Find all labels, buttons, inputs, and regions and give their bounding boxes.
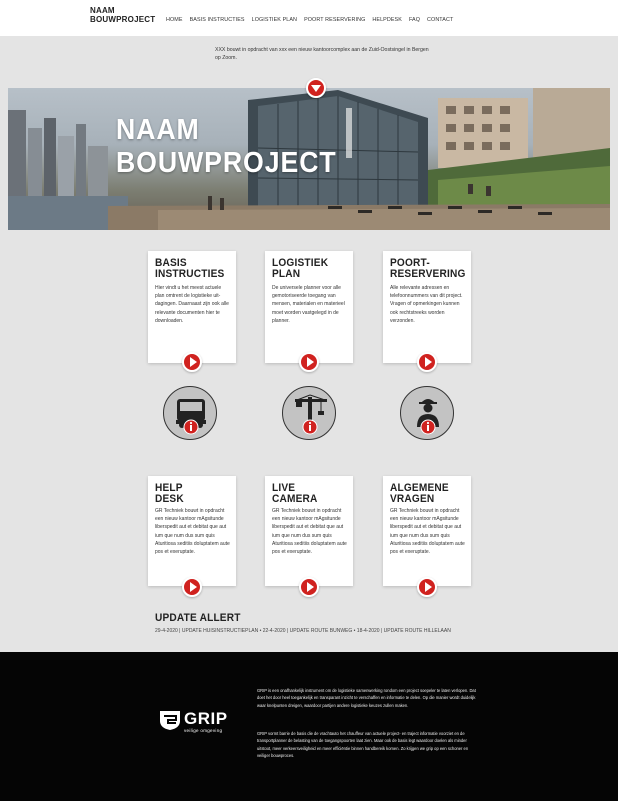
card-text: Hier vindt u het meest actuele plan omtr… — [155, 285, 229, 324]
card-title-line-2: DESK — [155, 492, 184, 505]
card-text: Alle relevante adressen en telefoonnumme… — [390, 285, 463, 324]
worker-icon[interactable] — [400, 386, 454, 440]
update-list[interactable]: 29-4-2020 | UPDATE HUISINSTRUCTIEPLAN • … — [155, 628, 451, 634]
card-helpdesk[interactable]: HELP DESK GR Techniek bouwt in opdracht e… — [148, 476, 236, 586]
card-title-line-1: BASIS — [155, 257, 187, 269]
card-title-line-1: LOGISTIEK — [272, 257, 329, 269]
card-title-line-1: LIVE — [272, 482, 296, 494]
truck-icon[interactable] — [163, 386, 217, 440]
nav-faq[interactable]: FAQ — [409, 17, 420, 23]
card-poort-reservering[interactable]: POORT- RESERVERING Alle relevante adresse… — [383, 251, 471, 363]
footer-paragraph-1: GRIP is een onafhankelijk instrument om … — [257, 688, 476, 708]
hero-title: NAAM BOUWPROJECT — [116, 114, 337, 180]
card-logistiek-plan[interactable]: LOGISTIEK PLAN De universele planner voor… — [265, 251, 353, 363]
card-title-line-1: ALGEMENE — [390, 482, 449, 494]
logo-line-1: NAAM — [90, 6, 115, 15]
card-title-line-1: POORT- — [390, 257, 430, 269]
card-title-line-2: PLAN — [272, 267, 301, 280]
crane-icon[interactable] — [282, 386, 336, 440]
nav-contact[interactable]: CONTACT — [427, 17, 453, 23]
hero-banner: NAAM BOUWPROJECT — [8, 88, 610, 230]
card-title: ALGEMENE VRAGEN — [390, 483, 449, 504]
card-text: GR Techniek bouwt in opdracht een nieuw … — [155, 508, 230, 556]
nav-poort-reservering[interactable]: POORT RESERVERING — [304, 17, 365, 23]
card-text: GR Techniek bouwt in opdracht een nieuw … — [390, 508, 465, 556]
nav-helpdesk[interactable]: HELPDESK — [372, 17, 402, 23]
card-basis-instructies[interactable]: BASIS INSTRUCTIES Hier vindt u het meest … — [148, 251, 236, 363]
card-title: LIVE CAMERA — [272, 483, 318, 504]
card-title: LOGISTIEK PLAN — [272, 258, 328, 279]
card-logistiek-plan-arrow-button[interactable] — [299, 352, 319, 372]
site-logo[interactable]: NAAM BOUWPROJECT — [90, 6, 155, 24]
nav-logistiek-plan[interactable]: LOGISTIEK PLAN — [252, 17, 297, 23]
card-basis-instructies-arrow-button[interactable] — [182, 352, 202, 372]
main-nav: HOME BASIS INSTRUCTIES LOGISTIEK PLAN PO… — [166, 17, 453, 23]
card-helpdesk-arrow-button[interactable] — [182, 577, 202, 597]
card-title: HELP DESK — [155, 483, 184, 504]
hero-title-line-1: NAAM — [116, 114, 200, 146]
site-header: NAAM BOUWPROJECT HOME BASIS INSTRUCTIES … — [0, 0, 618, 36]
logo-line-2: BOUWPROJECT — [90, 15, 156, 24]
hero-title-line-2: BOUWPROJECT — [116, 147, 337, 179]
card-title-line-2: RESERVERING — [390, 267, 466, 280]
card-algemene-vragen-arrow-button[interactable] — [417, 577, 437, 597]
card-title-line-2: CAMERA — [272, 492, 318, 505]
card-title-line-2: INSTRUCTIES — [155, 267, 225, 280]
footer-paragraph-2: GRIP vormt barrie de basis die de vracht… — [257, 731, 469, 758]
card-text: GR Techniek bouwt in opdracht een nieuw … — [272, 508, 347, 556]
card-poort-reservering-arrow-button[interactable] — [417, 352, 437, 372]
update-title: UPDATE ALLERT — [155, 612, 241, 624]
card-title-line-1: HELP — [155, 482, 183, 494]
card-title: BASIS INSTRUCTIES — [155, 258, 225, 279]
scroll-down-button[interactable] — [306, 78, 326, 98]
grip-logo-text: GRIP — [184, 709, 228, 728]
grip-tagline: veilige omgeving — [184, 728, 223, 733]
card-text: De universele planner voor alle gemotori… — [272, 285, 345, 324]
card-algemene-vragen[interactable]: ALGEMENE VRAGEN GR Techniek bouwt in opdr… — [383, 476, 471, 586]
card-title-line-2: VRAGEN — [390, 492, 435, 505]
grip-shield-icon — [160, 711, 180, 730]
intro-text: XXX bouwt in opdracht van xxx een nieuw … — [215, 47, 429, 61]
card-live-camera-arrow-button[interactable] — [299, 577, 319, 597]
nav-home[interactable]: HOME — [166, 17, 183, 23]
card-live-camera[interactable]: LIVE CAMERA GR Techniek bouwt in opdracht… — [265, 476, 353, 586]
site-footer: GRIP veilige omgeving GRIP is een onafha… — [0, 652, 618, 801]
nav-basis-instructies[interactable]: BASIS INSTRUCTIES — [190, 17, 245, 23]
card-title: POORT- RESERVERING — [390, 258, 466, 279]
